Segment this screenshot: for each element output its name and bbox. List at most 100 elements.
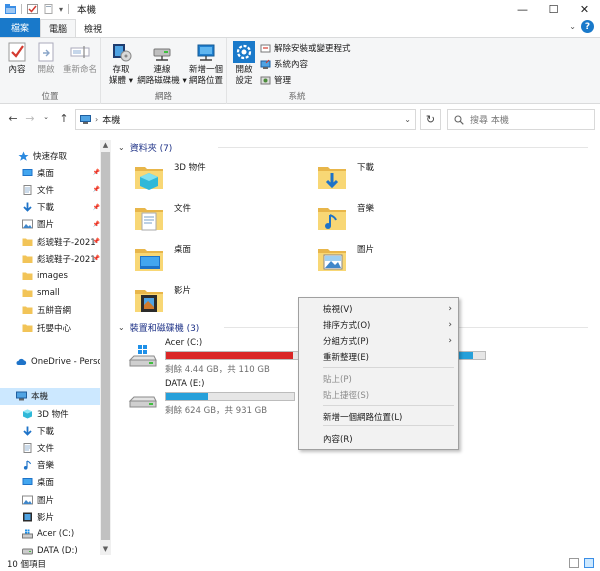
- address-dropdown-icon[interactable]: ⌄: [404, 115, 411, 124]
- map-network-drive-button[interactable]: 連線 網路磁碟機 ▾: [137, 41, 187, 87]
- search-box[interactable]: 搜尋 本機: [447, 109, 595, 130]
- ribbon-expand-icon[interactable]: ⌄: [569, 22, 576, 31]
- recent-locations-icon[interactable]: ⌄: [38, 113, 54, 121]
- nav-item-label: small: [37, 288, 60, 299]
- quick-toolbar-dropdown-icon[interactable]: ▾: [59, 5, 63, 14]
- submenu-arrow-icon: ›: [448, 320, 452, 330]
- music-icon: [22, 460, 33, 470]
- drive-item[interactable]: [458, 338, 488, 378]
- context-menu-item[interactable]: 重新整理(E): [299, 349, 458, 365]
- nav-item[interactable]: 桌面: [0, 474, 100, 491]
- refresh-button[interactable]: ↻: [420, 109, 441, 130]
- nav-item[interactable]: 下載: [0, 422, 100, 439]
- scroll-down-icon[interactable]: ▼: [100, 544, 111, 555]
- tab-file[interactable]: 檔案: [0, 18, 41, 37]
- tab-computer[interactable]: 電腦: [40, 19, 77, 37]
- nav-item[interactable]: 音樂: [0, 457, 100, 474]
- forward-arrow-icon[interactable]: →: [22, 112, 38, 125]
- ribbon-group-title: 系統: [288, 92, 306, 102]
- properties-button[interactable]: 內容: [4, 41, 30, 76]
- breadcrumb-separator-icon[interactable]: ›: [95, 115, 98, 124]
- nav-pane-scrollbar[interactable]: ▲ ▼: [100, 140, 111, 555]
- add-network-location-button[interactable]: 新增一個 網路位置: [185, 41, 227, 87]
- nav-item-label: 下載: [37, 203, 55, 214]
- nav-item[interactable]: Acer (C:): [0, 525, 100, 542]
- nav-item[interactable]: 文件: [0, 439, 100, 456]
- back-arrow-icon[interactable]: ←: [5, 112, 21, 125]
- 3d-objects-folder-icon: [132, 160, 166, 194]
- nav-item-label: Acer (C:): [37, 528, 75, 539]
- folder-label: 下載: [357, 163, 375, 173]
- rename-button[interactable]: 重新命名: [60, 41, 100, 76]
- folder-icon: [22, 271, 33, 281]
- context-menu-label: 重新整理(E): [323, 353, 370, 363]
- nav-item[interactable]: 彪琥鞋子-2021 📌: [0, 233, 100, 250]
- settings-gear-icon: [233, 41, 255, 63]
- downloads-icon: [22, 202, 33, 212]
- scroll-thumb[interactable]: [101, 152, 110, 540]
- context-menu-item[interactable]: 檢視(V) ›: [299, 301, 458, 317]
- ribbon-group-system: 開啟 設定 解除安裝或變更程式 系統內容 管理 系統: [227, 38, 367, 104]
- close-button[interactable]: ✕: [569, 0, 600, 18]
- system-properties-button[interactable]: 系統內容: [260, 58, 308, 70]
- large-icons-view-icon[interactable]: [584, 558, 594, 568]
- nav-item[interactable]: DATA (D:): [0, 543, 100, 555]
- nav-item[interactable]: 3D 物件: [0, 405, 100, 422]
- nav-item[interactable]: OneDrive - Personal: [0, 353, 100, 370]
- nav-item[interactable]: 托嬰中心: [0, 319, 100, 336]
- map-network-drive-label: 連線 網路磁碟機 ▾: [137, 65, 187, 86]
- folder-item[interactable]: 文件: [132, 201, 191, 235]
- tab-view[interactable]: 檢視: [76, 19, 110, 37]
- folders-group-header[interactable]: ⌄ 資料夾 (7): [118, 141, 588, 154]
- context-menu-item[interactable]: 內容(R): [299, 431, 458, 447]
- details-view-icon[interactable]: [569, 558, 579, 568]
- documents-icon: [22, 442, 33, 453]
- manage-button[interactable]: 管理: [260, 74, 291, 86]
- nav-item[interactable]: 圖片 📌: [0, 216, 100, 233]
- context-menu-item[interactable]: 貼上(P): [299, 371, 458, 387]
- drive-usage-fill: [459, 352, 474, 359]
- desktop-icon: [22, 168, 33, 178]
- folder-item[interactable]: 下載: [315, 160, 374, 194]
- nav-item[interactable]: 圖片: [0, 491, 100, 508]
- maximize-button[interactable]: ☐: [538, 0, 569, 18]
- 3d-objects-icon: [22, 409, 33, 419]
- ribbon-tabs: 檔案 電腦 檢視 ⌄ ?: [0, 18, 600, 37]
- address-path[interactable]: 本機: [102, 113, 120, 126]
- context-menu-item[interactable]: 新增一個網路位置(L): [299, 409, 458, 425]
- context-menu-item[interactable]: 排序方式(O) ›: [299, 317, 458, 333]
- context-menu-item[interactable]: 分組方式(P) ›: [299, 333, 458, 349]
- collapse-chevron-icon[interactable]: ⌄: [118, 323, 125, 332]
- folder-item[interactable]: 音樂: [315, 201, 374, 235]
- open-settings-button[interactable]: 開啟 設定: [230, 41, 258, 87]
- nav-item[interactable]: 桌面 📌: [0, 164, 100, 181]
- collapse-chevron-icon[interactable]: ⌄: [118, 143, 125, 152]
- scroll-up-icon[interactable]: ▲: [100, 140, 111, 151]
- folder-item[interactable]: 圖片: [315, 242, 374, 276]
- minimize-button[interactable]: —: [507, 0, 538, 18]
- new-folder-quick-icon[interactable]: [43, 4, 54, 14]
- nav-item[interactable]: 五餅音網: [0, 302, 100, 319]
- window-controls: — ☐ ✕: [507, 0, 600, 18]
- nav-item[interactable]: images: [0, 267, 100, 284]
- nav-item[interactable]: small: [0, 285, 100, 302]
- properties-quick-icon[interactable]: [27, 4, 38, 14]
- open-button[interactable]: 開啟: [33, 41, 59, 76]
- nav-item[interactable]: 影片: [0, 508, 100, 525]
- up-arrow-icon[interactable]: ↑: [56, 112, 72, 125]
- nav-item[interactable]: 快速存取: [0, 147, 100, 164]
- access-media-button[interactable]: 存取 媒體 ▾: [103, 41, 139, 87]
- drive-usage-bar: [165, 392, 295, 401]
- uninstall-program-button[interactable]: 解除安裝或變更程式: [260, 42, 351, 54]
- context-menu-item[interactable]: 貼上捷徑(S): [299, 387, 458, 403]
- folder-item[interactable]: 影片: [132, 283, 191, 317]
- nav-item[interactable]: 本機: [0, 387, 100, 405]
- address-bar[interactable]: › 本機 ⌄: [75, 109, 416, 130]
- drives-group-title: 裝置和磁碟機 (3): [129, 324, 200, 334]
- nav-item[interactable]: 下載 📌: [0, 199, 100, 216]
- nav-item[interactable]: 彪琥鞋子-2021 📌: [0, 250, 100, 267]
- folder-item[interactable]: 3D 物件: [132, 160, 206, 194]
- help-icon[interactable]: ?: [581, 20, 594, 33]
- folder-item[interactable]: 桌面: [132, 242, 191, 276]
- nav-item[interactable]: 文件 📌: [0, 181, 100, 198]
